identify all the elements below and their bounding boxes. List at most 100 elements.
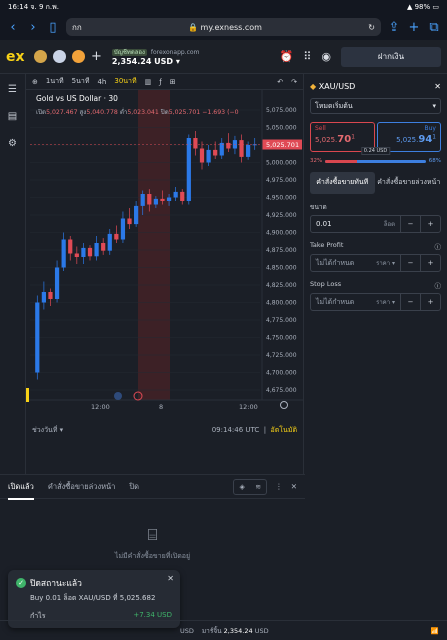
tab-pending-positions[interactable]: คำสั่งซื้อขายล่วงหน้า (48, 481, 116, 493)
candle-body (213, 149, 218, 156)
candle-body (186, 138, 191, 201)
candle-body (87, 247, 93, 257)
profile-icon[interactable]: ◉ (321, 50, 331, 63)
check-icon: ✓ (16, 578, 26, 588)
y-tick-label: 4,775.000 (266, 317, 297, 324)
take-profit-unit-select[interactable]: ราคา ▾ (376, 258, 400, 268)
deposit-button[interactable]: ฝากเงิน (341, 46, 441, 67)
toast-close-icon[interactable]: ✕ (167, 574, 174, 583)
undo-icon[interactable]: ↶ (277, 78, 283, 86)
status-date: จ. 9 ก.พ. (30, 2, 59, 11)
chart-canvas[interactable]: 5,075.0005,050.0005,025.0005,000.0004,97… (26, 90, 304, 420)
volume-minus-button[interactable]: − (400, 216, 420, 232)
candle-body (127, 218, 132, 225)
y-tick-label: 4,725.000 (266, 352, 297, 359)
auto-scale-button[interactable]: อัตโนมัติ (271, 426, 297, 434)
timeframe-5m[interactable]: 5นาที (72, 76, 90, 87)
status-bar: 16:14 จ. 9 ก.พ. ▲ 98% ▭ (0, 0, 447, 14)
candle-body (147, 194, 152, 205)
volume-field[interactable]: 0.01 ล็อต − + (310, 215, 441, 233)
redo-icon[interactable]: ↷ (291, 78, 297, 86)
share-icon[interactable]: ⇪ (387, 20, 401, 35)
scroll-handle[interactable] (26, 388, 29, 402)
candle-body (101, 243, 106, 251)
settings-icon[interactable]: ⚙ (8, 138, 17, 149)
instrument-tab-2-icon[interactable] (53, 50, 66, 63)
view-layers-icon[interactable]: ≋ (250, 480, 266, 494)
stop-loss-minus-button[interactable]: − (400, 294, 420, 310)
account-balance: 2,354.24 USD (111, 57, 174, 66)
calendar-icon[interactable]: ▤ (8, 111, 17, 122)
date-range-button[interactable]: ช่วงวันที่ ▾ (32, 425, 63, 436)
apps-grid-icon[interactable]: ⠿ (303, 50, 311, 63)
candlestick-chart[interactable]: 5,075.0005,050.0005,025.0005,000.0004,97… (26, 90, 304, 420)
back-icon[interactable]: ‹ (6, 20, 20, 35)
close-panel-icon[interactable]: ✕ (434, 82, 441, 91)
sell-percent: 32% (310, 158, 323, 164)
timeframe-1m[interactable]: 1นาที (46, 76, 64, 87)
new-tab-icon[interactable]: + (407, 20, 421, 35)
view-eye-icon[interactable]: ◈ (234, 480, 250, 494)
tab-closed-positions[interactable]: ปิด (129, 481, 139, 493)
y-tick-label: 5,000.000 (266, 160, 297, 167)
candle-body (180, 191, 185, 201)
timeframe-4h[interactable]: 4h (97, 78, 106, 86)
current-price-label: 5,025.701 (266, 141, 299, 149)
tabs-icon[interactable]: ⧉ (427, 20, 441, 35)
footer-signal-icon: 📶 (430, 626, 439, 635)
tab-pending-order[interactable]: คำสั่งซื้อขายล่วงหน้า (377, 172, 442, 194)
address-bar[interactable]: กก 🔒 my.exness.com ↻ (66, 18, 381, 36)
timeframe-30m[interactable]: 30นาที (114, 76, 136, 87)
take-profit-plus-button[interactable]: + (420, 255, 440, 271)
volume-input[interactable]: 0.01 (311, 220, 384, 228)
candle-body (166, 197, 172, 201)
reload-icon[interactable]: ↻ (368, 23, 375, 32)
layout-icon[interactable]: ⊞ (170, 78, 176, 86)
take-profit-field[interactable]: ไม่ได้กำหนด ราคา ▾ − + (310, 254, 441, 272)
forward-icon[interactable]: › (26, 20, 40, 35)
add-instrument-icon[interactable]: + (91, 49, 102, 64)
mode-select[interactable]: โหมดเริ่มต้น ▾ (310, 98, 441, 114)
stop-loss-input[interactable]: ไม่ได้กำหนด (311, 297, 376, 308)
account-type-badge: บัญชีทดลอง (111, 49, 147, 56)
y-tick-label: 5,075.000 (266, 107, 297, 114)
book-icon[interactable]: ▯ (46, 20, 60, 35)
tab-market-order[interactable]: คำสั่งซื้อขายทันที (310, 172, 375, 194)
candle-body (193, 138, 198, 149)
indicators-icon[interactable]: ƒ (159, 78, 161, 86)
alarm-icon[interactable]: ⏰ (280, 50, 294, 63)
stop-loss-plus-button[interactable]: + (420, 294, 440, 310)
stop-loss-unit-select[interactable]: ราคา ▾ (376, 297, 400, 307)
briefcase-icon: ⌸ (147, 525, 158, 544)
candle-body (140, 194, 145, 206)
event-flag-us-icon[interactable] (114, 392, 122, 400)
x-tick-8: 8 (159, 403, 163, 411)
add-indicator-icon[interactable]: ⊕ (32, 78, 38, 86)
more-icon[interactable]: ⋮ (275, 482, 283, 491)
info-icon[interactable]: ⓘ (435, 241, 442, 251)
chart-footer: ช่วงวันที่ ▾ 09:14:46 UTC | อัตโนมัติ (32, 425, 297, 436)
take-profit-input[interactable]: ไม่ได้กำหนด (311, 258, 376, 269)
instrument-tab-3-icon[interactable] (72, 50, 85, 63)
volume-label: ขนาด (310, 203, 327, 211)
y-tick-label: 4,950.000 (266, 195, 297, 202)
candle-body (68, 239, 73, 254)
utc-clock: 09:14:46 UTC (211, 425, 260, 434)
reader-icon[interactable]: กก (72, 21, 82, 34)
candle-body (153, 198, 158, 205)
spread-badge: 0.24 USD (360, 147, 391, 155)
info-icon[interactable]: ⓘ (435, 280, 442, 290)
tab-open-positions[interactable]: เปิดแล้ว (8, 481, 34, 500)
session-highlight (138, 90, 170, 400)
volume-plus-button[interactable]: + (420, 216, 440, 232)
account-selector[interactable]: บัญชีทดลอง forexonapp.com 2,354.24 USD ▾ (111, 47, 202, 66)
chart-type-icon[interactable]: ▥ (145, 78, 152, 86)
chart-settings-icon[interactable] (280, 401, 288, 409)
menu-icon[interactable]: ☰ (8, 84, 17, 95)
close-positions-panel-icon[interactable]: ✕ (291, 482, 297, 491)
buy-percent: 68% (428, 158, 441, 164)
take-profit-minus-button[interactable]: − (400, 255, 420, 271)
instrument-tab-1-icon[interactable] (34, 50, 47, 63)
candle-body (173, 191, 178, 198)
stop-loss-field[interactable]: ไม่ได้กำหนด ราคา ▾ − + (310, 293, 441, 311)
